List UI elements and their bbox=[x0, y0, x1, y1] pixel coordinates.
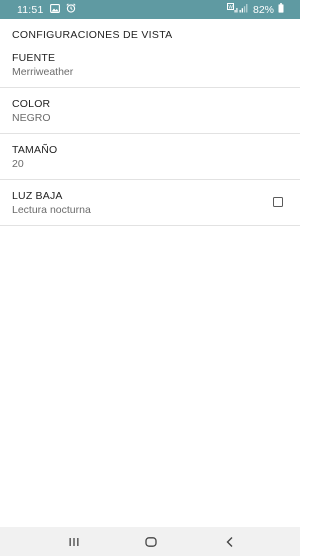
signal-icon bbox=[239, 3, 248, 16]
setting-low-light[interactable]: LUZ BAJA Lectura nocturna bbox=[0, 180, 300, 226]
setting-title: LUZ BAJA bbox=[12, 190, 63, 202]
setting-title: COLOR bbox=[12, 98, 51, 110]
setting-title: TAMAÑO bbox=[12, 144, 58, 156]
recents-icon[interactable] bbox=[66, 534, 82, 550]
setting-summary: 20 bbox=[12, 158, 24, 170]
low-light-checkbox[interactable] bbox=[273, 197, 283, 207]
setting-summary: Merriweather bbox=[12, 66, 74, 78]
setting-size[interactable]: TAMAÑO 20 bbox=[0, 134, 300, 180]
back-icon[interactable] bbox=[222, 534, 238, 550]
section-header: CONFIGURACIONES DE VISTA bbox=[12, 29, 173, 41]
settings-list: FUENTE Merriweather COLOR NEGRO TAMAÑO 2… bbox=[0, 42, 300, 226]
setting-color[interactable]: COLOR NEGRO bbox=[0, 88, 300, 134]
battery-icon bbox=[278, 3, 284, 16]
setting-font[interactable]: FUENTE Merriweather bbox=[0, 42, 300, 88]
wifi-icon: W bbox=[226, 3, 239, 16]
alarm-icon bbox=[65, 3, 76, 16]
navigation-bar bbox=[0, 527, 300, 556]
status-left: 11:51 bbox=[17, 3, 76, 16]
svg-text:W: W bbox=[228, 4, 233, 10]
setting-summary: Lectura nocturna bbox=[12, 204, 91, 216]
battery-percent: 82% bbox=[252, 3, 274, 16]
status-bar: 11:51 W 82% bbox=[0, 0, 300, 19]
setting-title: FUENTE bbox=[12, 52, 56, 64]
gallery-icon bbox=[49, 3, 60, 16]
status-time: 11:51 bbox=[17, 3, 44, 16]
setting-summary: NEGRO bbox=[12, 112, 51, 124]
home-icon[interactable] bbox=[143, 534, 159, 550]
status-right: W 82% bbox=[226, 3, 284, 16]
